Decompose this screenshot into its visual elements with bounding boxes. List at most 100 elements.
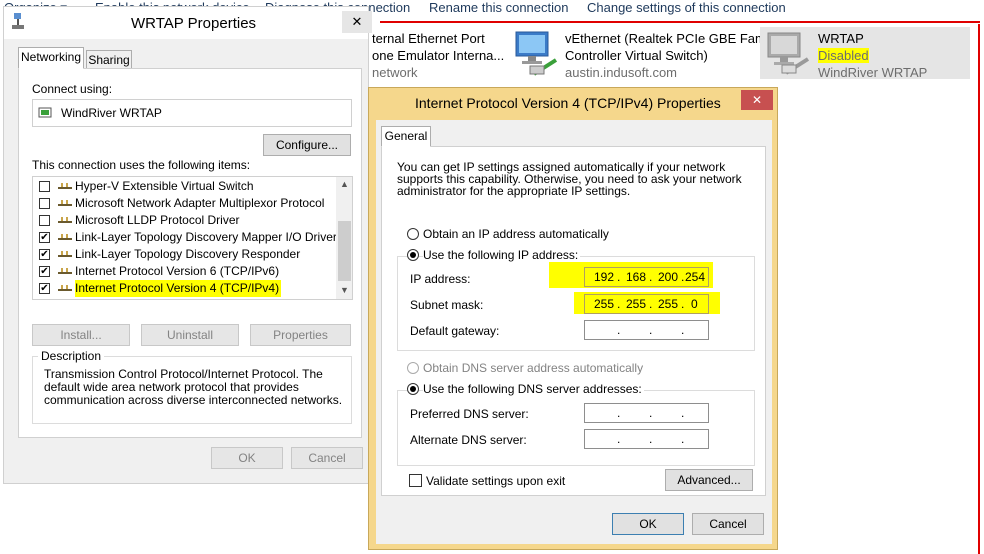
list-scrollbar[interactable]: ▲ ▼: [336, 177, 352, 299]
network-component-icon: [58, 268, 72, 274]
network-adapter-icon: [512, 30, 560, 76]
dns-group: [397, 390, 755, 466]
wrtap-properties-dialog: WRTAP Properties ✕ Networking Sharing Co…: [3, 6, 372, 484]
component-item[interactable]: ✔ Internet Protocol Version 4 (TCP/IPv4): [33, 280, 336, 297]
component-item[interactable]: ✔ Internet Protocol Version 6 (TCP/IPv6): [33, 263, 336, 280]
connection-status: network: [372, 65, 418, 80]
use-following-dns-radio[interactable]: [407, 383, 419, 395]
properties-button[interactable]: Properties: [250, 324, 351, 346]
change-settings-command[interactable]: Change settings of this connection: [587, 0, 786, 15]
default-gateway-field[interactable]: . . .: [584, 320, 709, 340]
adapter-icon: [38, 106, 52, 120]
ip-octet-1: 192: [594, 270, 615, 284]
obtain-ip-auto-label: Obtain an IP address automatically: [423, 227, 609, 241]
component-item[interactable]: ✔ Link-Layer Topology Discovery Responder: [33, 246, 336, 263]
component-label: Internet Protocol Version 6 (TCP/IPv6): [75, 264, 280, 278]
ok-button[interactable]: OK: [211, 447, 283, 469]
connection-item-vethernet[interactable]: vEthernet (Realtek PCIe GBE Family Contr…: [565, 31, 778, 80]
octet-dot: .: [649, 406, 653, 420]
close-button[interactable]: ✕: [741, 90, 773, 110]
connection-title: ternal Ethernet Port: [372, 31, 485, 46]
component-checkbox[interactable]: [39, 215, 50, 226]
component-item[interactable]: Microsoft LLDP Protocol Driver: [33, 212, 336, 229]
component-item[interactable]: ✔ Link-Layer Topology Discovery Mapper I/…: [33, 229, 337, 246]
components-list: Hyper-V Extensible Virtual Switch Microso…: [32, 176, 353, 300]
component-label: Hyper-V Extensible Virtual Switch: [75, 179, 254, 193]
ip-address-label: IP address:: [410, 272, 471, 286]
component-checkbox[interactable]: [39, 181, 50, 192]
component-checkbox[interactable]: ✔: [39, 266, 50, 277]
ip-octet-3: 200: [658, 270, 679, 284]
component-item[interactable]: Microsoft Network Adapter Multiplexor Pr…: [33, 195, 336, 212]
alternate-dns-field[interactable]: . . .: [584, 429, 709, 449]
network-component-icon: [58, 234, 72, 240]
subnet-octet-2: 255: [626, 297, 647, 311]
validate-label: Validate settings upon exit: [426, 474, 566, 488]
networking-panel: Connect using: WindRiver WRTAP Configure…: [18, 68, 362, 438]
component-label: Link-Layer Topology Discovery Mapper I/O…: [75, 230, 337, 244]
network-properties-icon: [10, 13, 26, 31]
validate-checkbox[interactable]: [409, 474, 422, 487]
octet-dot: .: [681, 270, 685, 284]
octet-dot: .: [681, 406, 685, 420]
cancel-button[interactable]: Cancel: [291, 447, 363, 469]
scroll-thumb[interactable]: [338, 221, 351, 281]
adapter-name: WindRiver WRTAP: [61, 106, 162, 120]
component-item[interactable]: Hyper-V Extensible Virtual Switch: [33, 178, 336, 195]
octet-dot: .: [649, 270, 653, 284]
connection-subtitle: Controller Virtual Switch): [565, 48, 708, 63]
obtain-dns-auto-radio[interactable]: [407, 362, 419, 374]
dialog-body: General You can get IP settings assigned…: [376, 120, 772, 544]
octet-dot: .: [681, 432, 685, 446]
connection-item-wrtap[interactable]: WRTAP Disabled WindRiver WRTAP: [760, 27, 970, 80]
connection-device: WindRiver WRTAP: [818, 65, 928, 80]
uninstall-button[interactable]: Uninstall: [141, 324, 239, 346]
title-bar: WRTAP Properties ✕: [4, 7, 372, 39]
ip-octet-4: 254: [685, 270, 706, 284]
annotation-line-right: [978, 24, 980, 554]
default-gateway-label: Default gateway:: [410, 324, 500, 338]
use-following-ip-radio[interactable]: [407, 249, 419, 261]
install-button[interactable]: Install...: [32, 324, 130, 346]
component-checkbox[interactable]: ✔: [39, 283, 50, 294]
ip-address-field[interactable]: 192 . 168 . 200 . 254: [584, 267, 709, 287]
connect-using-label: Connect using:: [32, 82, 113, 96]
description-label: Description: [38, 349, 105, 363]
general-panel: You can get IP settings assigned automat…: [381, 146, 766, 496]
tab-general[interactable]: General: [381, 126, 431, 147]
connection-title: WRTAP: [818, 31, 864, 46]
component-checkbox[interactable]: ✔: [39, 232, 50, 243]
obtain-ip-auto-radio[interactable]: [407, 228, 419, 240]
preferred-dns-field[interactable]: . . .: [584, 403, 709, 423]
cancel-button[interactable]: Cancel: [692, 513, 764, 535]
scroll-up-icon[interactable]: ▲: [340, 179, 349, 189]
advanced-button[interactable]: Advanced...: [665, 469, 753, 491]
rename-command[interactable]: Rename this connection: [429, 0, 568, 15]
octet-dot: .: [617, 406, 621, 420]
connection-status: austin.indusoft.com: [565, 65, 678, 80]
tab-networking[interactable]: Networking: [18, 47, 84, 69]
use-following-ip-label: Use the following IP address:: [423, 248, 581, 262]
octet-dot: .: [617, 270, 621, 284]
ok-button[interactable]: OK: [612, 513, 684, 535]
octet-dot: .: [649, 323, 653, 337]
component-checkbox[interactable]: ✔: [39, 249, 50, 260]
scroll-down-icon[interactable]: ▼: [340, 285, 349, 295]
configure-button[interactable]: Configure...: [263, 134, 351, 156]
tab-sharing[interactable]: Sharing: [86, 50, 132, 69]
network-component-icon: [58, 217, 72, 223]
connection-item-emulator[interactable]: ternal Ethernet Port one Emulator Intern…: [372, 31, 504, 80]
network-component-icon: [58, 285, 72, 291]
close-button[interactable]: ✕: [342, 11, 372, 33]
use-following-dns-label: Use the following DNS server addresses:: [423, 382, 644, 396]
subnet-mask-field[interactable]: 255 . 255 . 255 . 0: [584, 294, 709, 314]
component-checkbox[interactable]: [39, 198, 50, 209]
adapter-box: WindRiver WRTAP: [32, 99, 352, 127]
component-label: Microsoft LLDP Protocol Driver: [75, 213, 240, 227]
octet-dot: .: [681, 323, 685, 337]
component-label: Link-Layer Topology Discovery Responder: [75, 247, 301, 261]
network-component-icon: [58, 200, 72, 206]
items-label: This connection uses the following items…: [32, 158, 251, 172]
network-component-icon: [58, 183, 72, 189]
annotation-line-top: [380, 21, 980, 23]
